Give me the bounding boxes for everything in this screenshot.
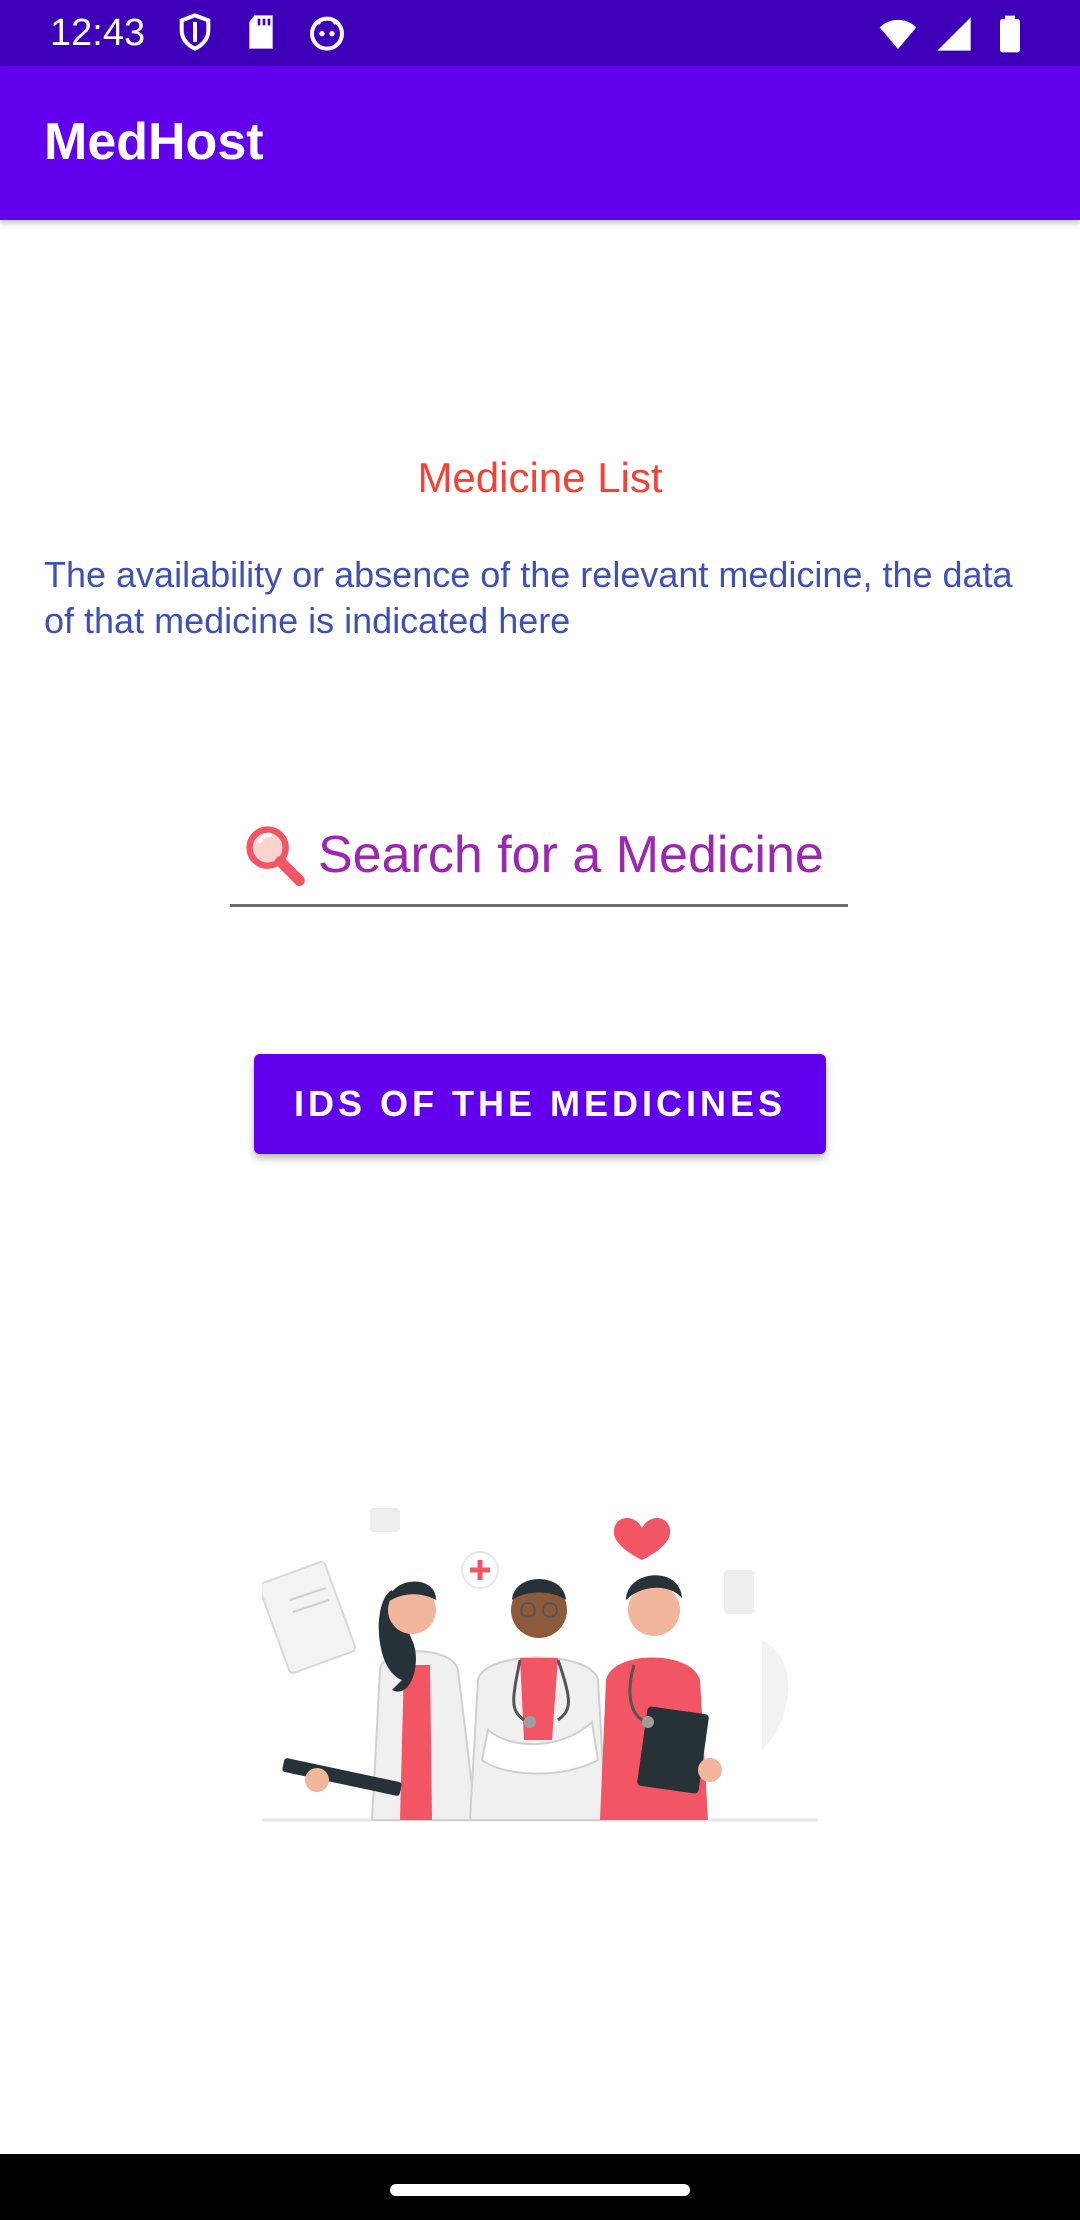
page-heading: Medicine List bbox=[417, 454, 663, 501]
app-title: MedHost bbox=[44, 113, 264, 171]
search-field[interactable] bbox=[230, 812, 848, 907]
ids-of-medicines-button[interactable]: IDS OF THE MEDICINES bbox=[254, 1054, 826, 1154]
search-icon bbox=[246, 826, 305, 886]
status-icons-right bbox=[878, 14, 1030, 54]
screen: 12:43 MedHost Medicine List The availabi… bbox=[0, 0, 1080, 2220]
home-gesture-handle[interactable] bbox=[390, 2184, 690, 2196]
status-icons-left bbox=[175, 12, 347, 52]
shield-icon bbox=[179, 13, 211, 51]
signal-icon bbox=[937, 17, 971, 51]
status-bar: 12:43 bbox=[0, 0, 1080, 66]
sd-card-icon bbox=[249, 15, 273, 49]
battery-icon bbox=[1000, 15, 1020, 53]
medical-staff-illustration bbox=[262, 1460, 818, 1860]
wifi-icon bbox=[879, 19, 917, 49]
search-input[interactable] bbox=[318, 812, 848, 898]
app-bar: MedHost bbox=[0, 66, 1080, 220]
android-face-icon bbox=[310, 16, 344, 51]
navigation-bar bbox=[0, 2154, 1080, 2220]
description-text: The availability or absence of the relev… bbox=[44, 554, 1013, 641]
status-time: 12:43 bbox=[50, 12, 146, 54]
